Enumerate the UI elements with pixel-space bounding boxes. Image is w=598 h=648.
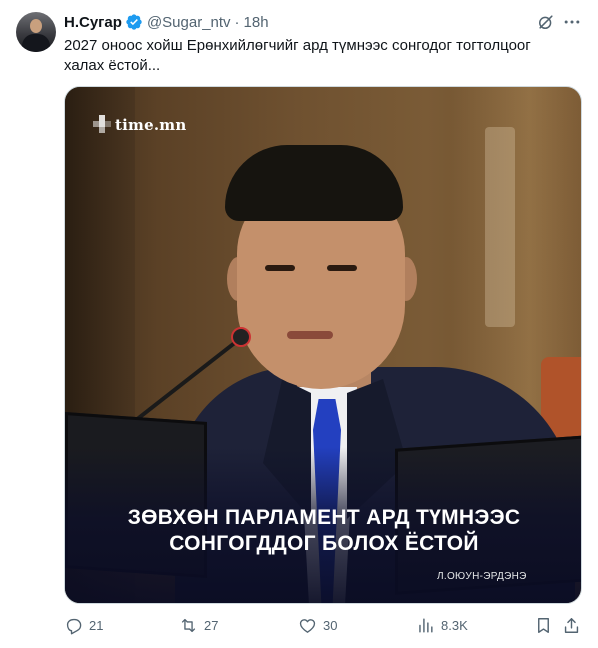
views-button[interactable]: 8.3K bbox=[416, 614, 468, 636]
author-handle[interactable]: @Sugar_ntv bbox=[147, 14, 231, 31]
media-credit: Л.ОЮУН-ЭРДЭНЭ bbox=[437, 571, 527, 582]
like-icon bbox=[299, 618, 316, 633]
share-icon[interactable] bbox=[562, 616, 581, 635]
like-count: 30 bbox=[323, 617, 338, 633]
like-button[interactable]: 30 bbox=[298, 614, 337, 636]
tweet-time[interactable]: 18h bbox=[244, 14, 269, 31]
headline-line-2: СОНГОГДДОГ БОЛОХ ЁСТОЙ bbox=[169, 532, 479, 555]
reply-button[interactable]: 21 bbox=[64, 614, 103, 636]
microphone-icon bbox=[231, 327, 251, 347]
separator-dot: · bbox=[234, 13, 240, 31]
person-hair bbox=[225, 145, 403, 221]
views-icon bbox=[419, 617, 433, 633]
person-mouth bbox=[287, 331, 333, 339]
reply-icon bbox=[66, 618, 82, 634]
media-headline: ЗӨВХӨН ПАРЛАМЕНТ АРД ТҮМНЭЭС СОНГОГДДОГ … bbox=[65, 505, 581, 557]
avatar[interactable] bbox=[16, 12, 56, 52]
person-eye-right bbox=[327, 265, 357, 271]
tweet[interactable]: Н.Сугар @Sugar_ntv · 18h 2027 оноос хойш… bbox=[0, 0, 598, 648]
media-logo: time.mn bbox=[91, 115, 186, 135]
author-name[interactable]: Н.Сугар bbox=[64, 14, 122, 31]
avatar-head bbox=[30, 19, 42, 33]
tweet-media-image[interactable]: time.mn ЗӨВХӨН ПАРЛАМЕНТ АРД ТҮМНЭЭС СОН… bbox=[64, 86, 582, 604]
logo-text: time.mn bbox=[115, 116, 187, 134]
more-icon[interactable] bbox=[562, 12, 582, 32]
logo-mark-icon bbox=[91, 115, 111, 135]
retweet-button[interactable]: 27 bbox=[179, 614, 218, 636]
tweet-actions: 21 27 30 8.3K bbox=[64, 614, 584, 638]
avatar-body bbox=[22, 34, 50, 52]
retweet-icon bbox=[181, 618, 196, 632]
headline-line-1: ЗӨВХӨН ПАРЛАМЕНТ АРД ТҮМНЭЭС bbox=[127, 506, 521, 529]
retweet-count: 27 bbox=[204, 617, 219, 633]
tweet-header: Н.Сугар @Sugar_ntv · 18h bbox=[64, 12, 269, 32]
views-count: 8.3K bbox=[441, 617, 468, 633]
bookmark-icon[interactable] bbox=[534, 616, 553, 635]
person-eye-left bbox=[265, 265, 295, 271]
verified-badge-icon bbox=[126, 14, 142, 30]
tweet-text: 2027 оноос хойш Ерөнхийлөгчийг ард түмнэ… bbox=[64, 37, 531, 74]
grok-icon[interactable] bbox=[536, 12, 556, 32]
reply-count: 21 bbox=[89, 617, 104, 633]
